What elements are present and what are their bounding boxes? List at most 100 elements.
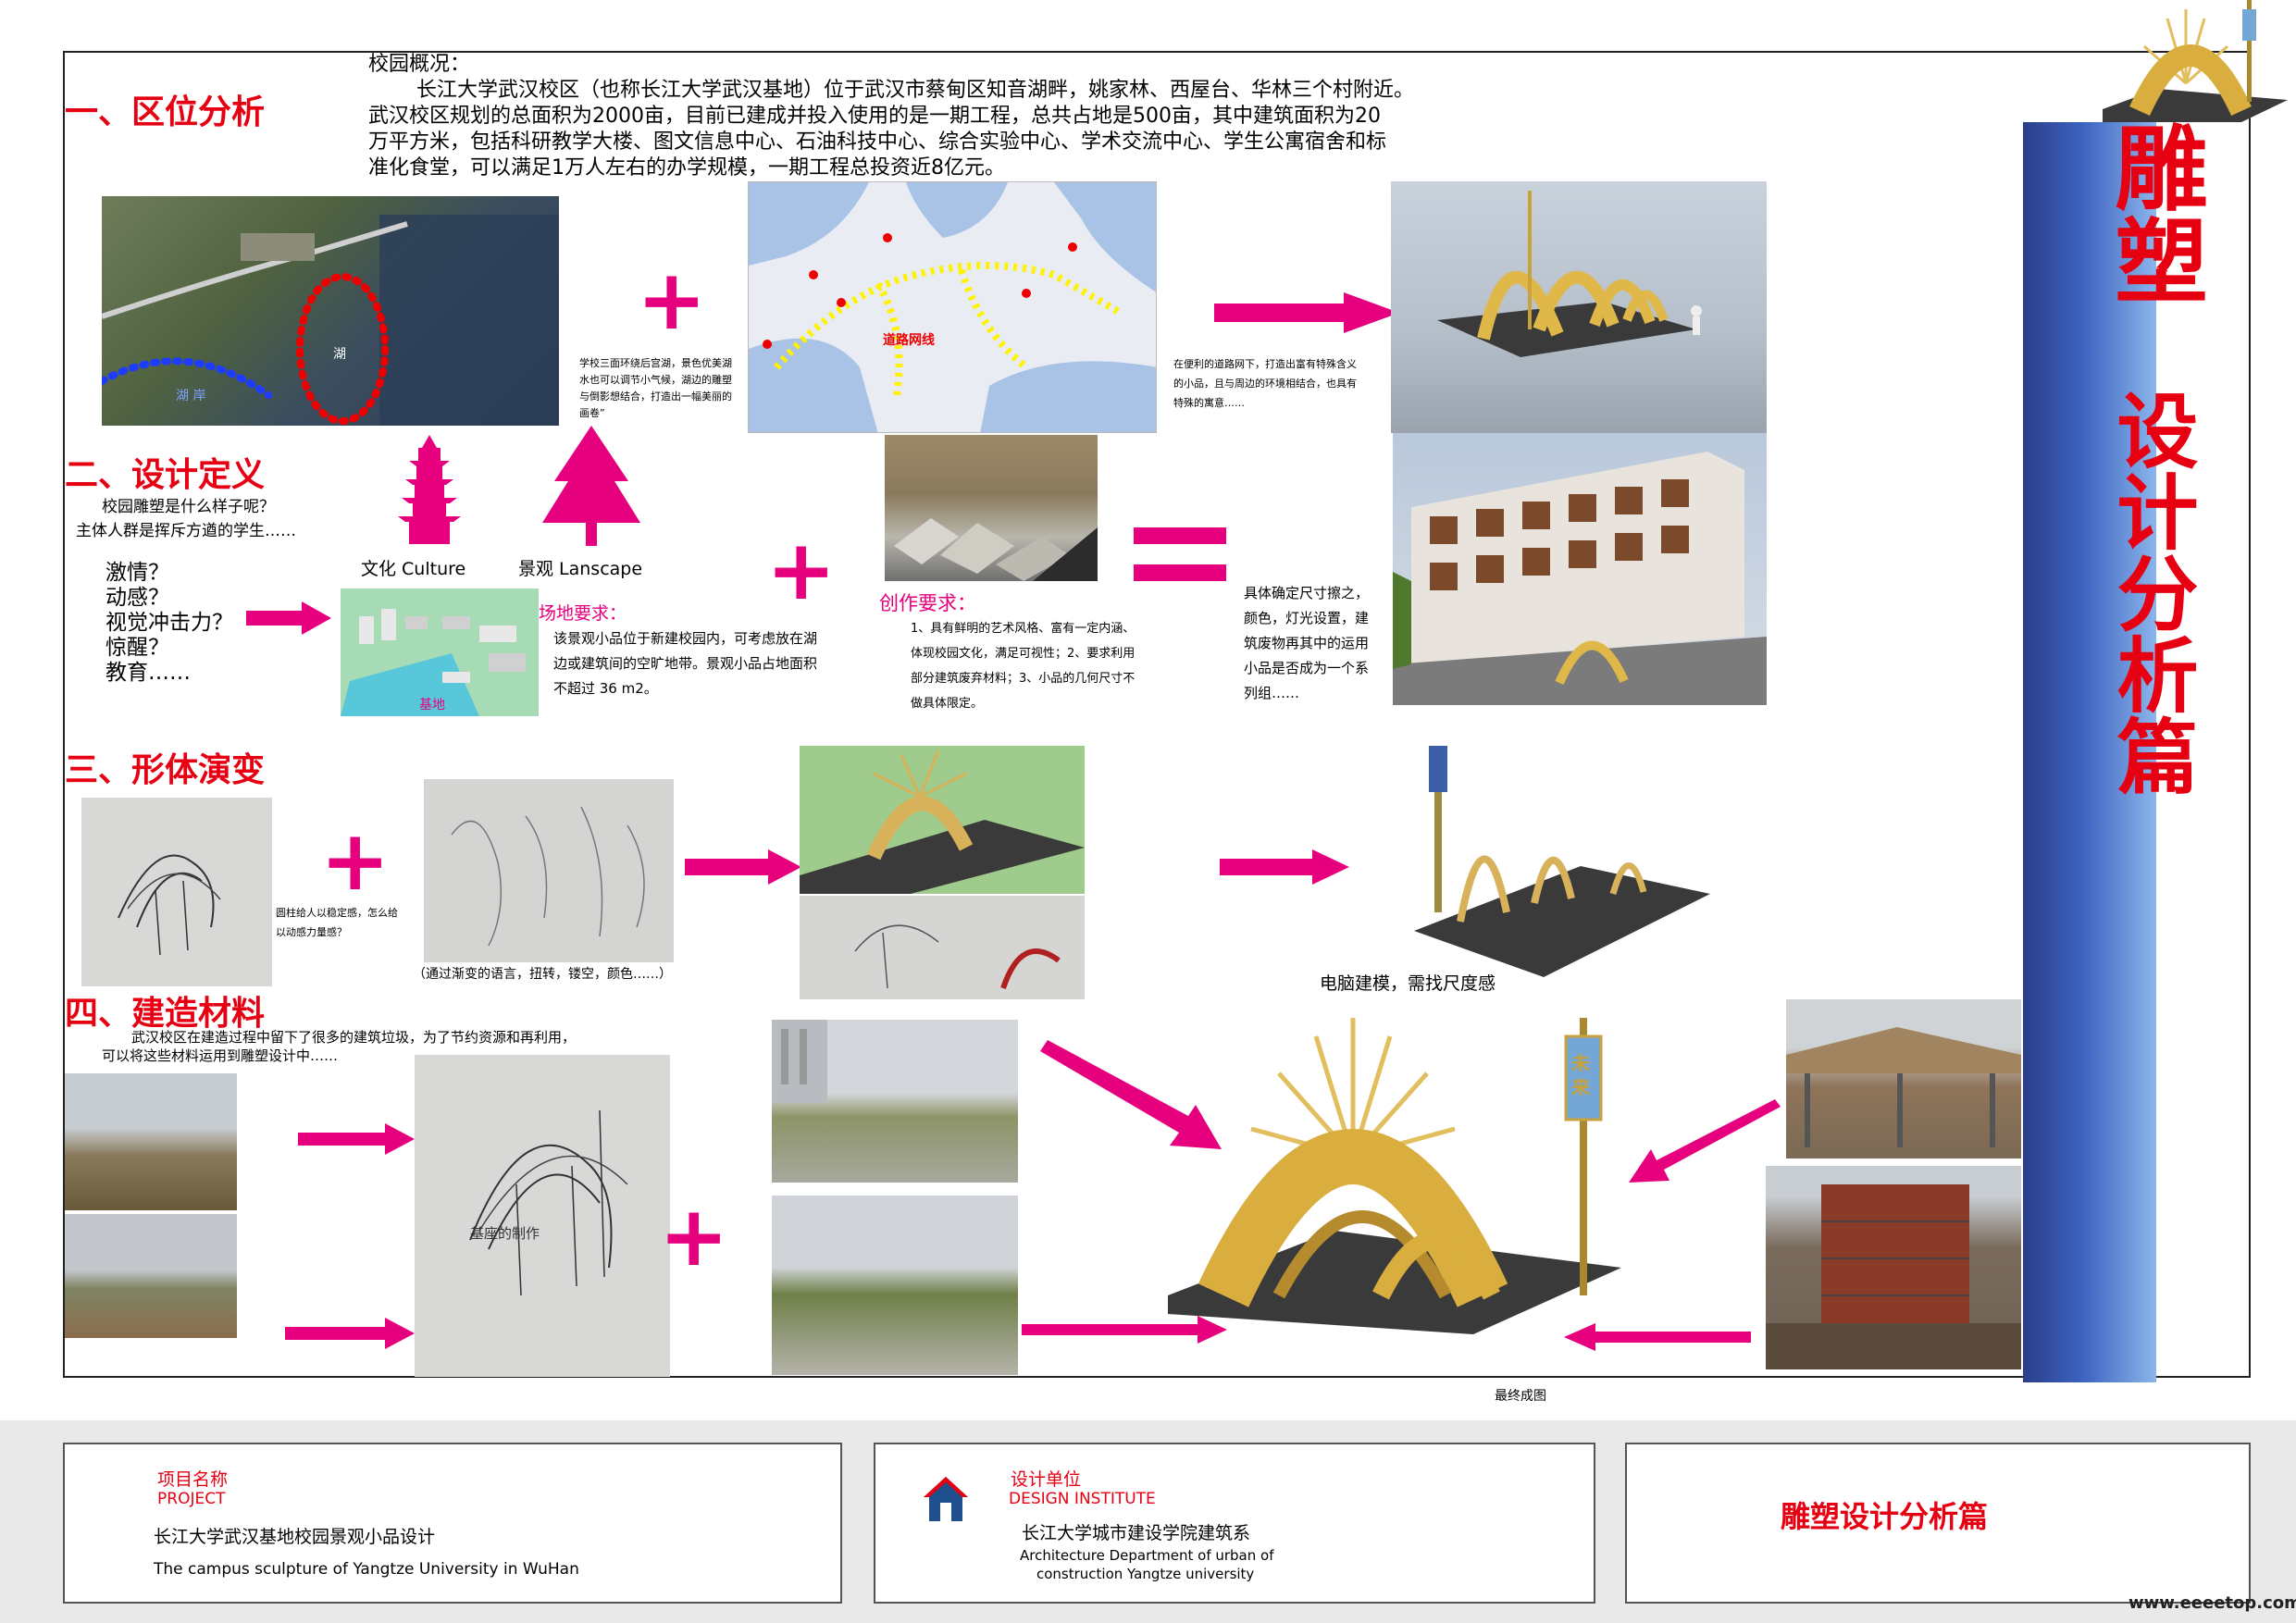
series-model-drawing	[1414, 746, 1710, 977]
plus-icon: +	[659, 1188, 729, 1285]
final-caption: 最终成图	[1495, 1389, 1546, 1404]
keyword-passion: 激情？	[105, 561, 169, 585]
note-road: 在便利的道路网下，打造出富有特殊含义的小品，且与周边的环境相结合，也具有特殊的寓…	[1173, 358, 1357, 409]
building-render-image	[1393, 433, 1767, 705]
overview-line-2: 武汉校区规划的总面积为2000亩，目前已建成并投入使用的是一期工程，总共占地是5…	[368, 105, 1381, 128]
materials-text-2: 可以将这些材料运用到雕塑设计中……	[102, 1047, 339, 1064]
watermark: www.eeeetop.com	[2128, 1593, 2296, 1613]
section-title-evolution: 三、形体演变	[65, 751, 266, 789]
construction-building-photo-1	[1786, 999, 2021, 1158]
arch-logo-icon	[2103, 0, 2288, 122]
question-who: 主体人群是挥斥方遒的学生……	[76, 522, 296, 540]
overview-line-3: 万平方米，包括科研教学大楼、图文信息中心、石油科技中心、综合实验中心、学术交流中…	[368, 130, 1387, 154]
project-name-en: The campus sculpture of Yangtze Universi…	[154, 1560, 579, 1579]
overview-heading: 校园概况：	[368, 53, 471, 76]
arch-model-drawing	[800, 750, 1085, 894]
culture-label: 文化 Culture	[361, 559, 466, 579]
side-banner-title-a: 雕塑	[2099, 120, 2207, 305]
creation-requirement-text: 1、具有鲜明的艺术风格、富有一定内涵、体现校园文化，满足可视性；2、要求利用部分…	[911, 622, 1136, 711]
arrow-right-icon	[246, 601, 331, 635]
construction-field-drawing-1	[772, 1020, 827, 1103]
plus-icon: +	[766, 522, 837, 619]
institute-label-en: DESIGN INSTITUTE	[1009, 1490, 1156, 1508]
construction-field-photo-1	[772, 1020, 1018, 1183]
construction-building-photo-2	[1766, 1166, 2021, 1369]
specification-note: 具体确定尺寸擦之，颜色，灯光设置，建筑废物再其中的运用小品是否成为一个系列组……	[1244, 585, 1370, 701]
sketch-photo-3	[800, 896, 1085, 999]
map-overlay	[749, 182, 1156, 432]
final-sculpture-render: 未来	[1168, 999, 1621, 1351]
keyword-list: 激情？ 动感？ 视觉冲击力？ 惊醒？ 教育……	[105, 561, 233, 686]
keyword-dynamic: 动感？	[105, 586, 169, 610]
side-banner-title-b: 设计分析篇	[2104, 389, 2199, 796]
arrow-left-icon	[1564, 1323, 1751, 1351]
base-sketch-drawing	[469, 1109, 628, 1296]
satellite-overlay	[102, 215, 559, 426]
sketch-drawing-1	[118, 854, 221, 956]
site-requirement-text: 该景观小品位于新建校园内，可考虑放在湖边或建筑间的空旷地带。景观小品占地面积不超…	[553, 630, 818, 697]
final-sculpture-drawing	[1168, 1018, 1621, 1334]
project-label-en: PROJECT	[157, 1490, 226, 1508]
gradient-language-note: （通过渐变的语言，扭转，镂空，颜色……）	[413, 967, 672, 982]
map-label-road: 道路网线	[883, 333, 935, 348]
keyword-impact: 视觉冲击力？	[105, 611, 233, 635]
sketch-drawing-2	[451, 806, 645, 947]
sketch-photo-1	[81, 798, 272, 986]
building-render-drawing	[1393, 452, 1767, 705]
section-title-location: 一、区位分析	[65, 93, 266, 131]
series-model-image	[1396, 737, 1710, 986]
house-logo-icon	[924, 1477, 968, 1521]
sketch-photo-2	[424, 779, 674, 962]
satellite-label-shore: 湖 岸	[176, 389, 206, 403]
institute-name-cn: 长江大学城市建设学院建筑系	[1022, 1523, 1251, 1543]
site-model-image: 基地	[341, 588, 539, 716]
arrow-right-icon	[1220, 849, 1349, 885]
banner-text-future: 未来	[1571, 1052, 1590, 1098]
arrow-right-icon	[1214, 292, 1399, 333]
site-label: 基地	[419, 698, 445, 712]
materials-text-1: 武汉校区在建造过程中留下了很多的建筑垃圾，为了节约资源和再利用，	[131, 1029, 577, 1046]
arrow-right-icon	[685, 849, 801, 885]
arrow-diagonal-icon	[1629, 1099, 1781, 1183]
construction-site-photo-2	[65, 1214, 237, 1338]
keyword-education: 教育……	[105, 661, 191, 685]
equals-icon	[1134, 527, 1226, 581]
arrow-right-icon	[298, 1123, 415, 1155]
plus-icon: +	[320, 812, 391, 910]
sketch-drawing-3	[854, 924, 1061, 989]
question-what: 校园雕塑是什么样子呢？	[102, 498, 275, 516]
site-requirement-title: 场地要求：	[539, 603, 627, 624]
creation-requirement-title: 创作要求：	[879, 592, 976, 614]
note-lake: 学校三面环绕后宫湖，景色优美湖水也可以调节小气候，湖边的雕塑与倒影想结合，打造出…	[579, 357, 732, 419]
construction-building-drawing-1	[1786, 1027, 2021, 1147]
project-name-cn: 长江大学武汉基地校园景观小品设计	[154, 1527, 436, 1547]
road-map-image: 道路网线	[748, 181, 1157, 433]
sculpture-render-image	[1391, 181, 1767, 433]
landscape-label: 景观 Lanscape	[518, 559, 643, 579]
construction-site-photo-1	[65, 1073, 237, 1210]
sheet-title: 雕塑设计分析篇	[1781, 1499, 1989, 1534]
keyword-awake: 惊醒？	[105, 636, 169, 660]
satellite-image: 湖 湖 岸	[102, 196, 559, 426]
institute-name-en-1: Architecture Department of urban of	[1020, 1547, 1274, 1564]
model-caption: 电脑建模，需找尺度感	[1320, 973, 1496, 994]
institute-name-en-2: construction Yangtze university	[1036, 1566, 1255, 1582]
rubble-drawing	[894, 518, 1098, 581]
section-title-definition: 二、设计定义	[65, 456, 266, 494]
base-sketch-photo: 基座的制作	[415, 1055, 670, 1377]
project-label-cn: 项目名称	[157, 1469, 229, 1490]
sculpture-render-drawing	[1437, 191, 1702, 357]
plus-icon: +	[637, 252, 707, 349]
satellite-label-lake: 湖	[333, 347, 346, 362]
overview-line-1: 长江大学武汉校区（也称长江大学武汉基地）位于武汉市蔡甸区知音湖畔，姚家林、西屋台…	[416, 79, 1415, 102]
arrow-right-icon	[285, 1318, 415, 1349]
overview-line-4: 准化食堂，可以满足1万人左右的办学规模，一期工程总投资近8亿元。	[368, 156, 1005, 180]
construction-building-drawing-2	[1766, 1184, 2021, 1369]
construction-field-photo-2	[772, 1196, 1018, 1375]
pagoda-icon	[398, 435, 461, 544]
rubble-photo	[885, 435, 1098, 581]
arch-model-green-image	[800, 746, 1085, 894]
stability-note: 圆柱给人以稳定感，怎么给以动感力量感？	[276, 907, 398, 938]
tree-icon	[542, 426, 640, 546]
base-sketch-label: 基座的制作	[470, 1225, 540, 1242]
